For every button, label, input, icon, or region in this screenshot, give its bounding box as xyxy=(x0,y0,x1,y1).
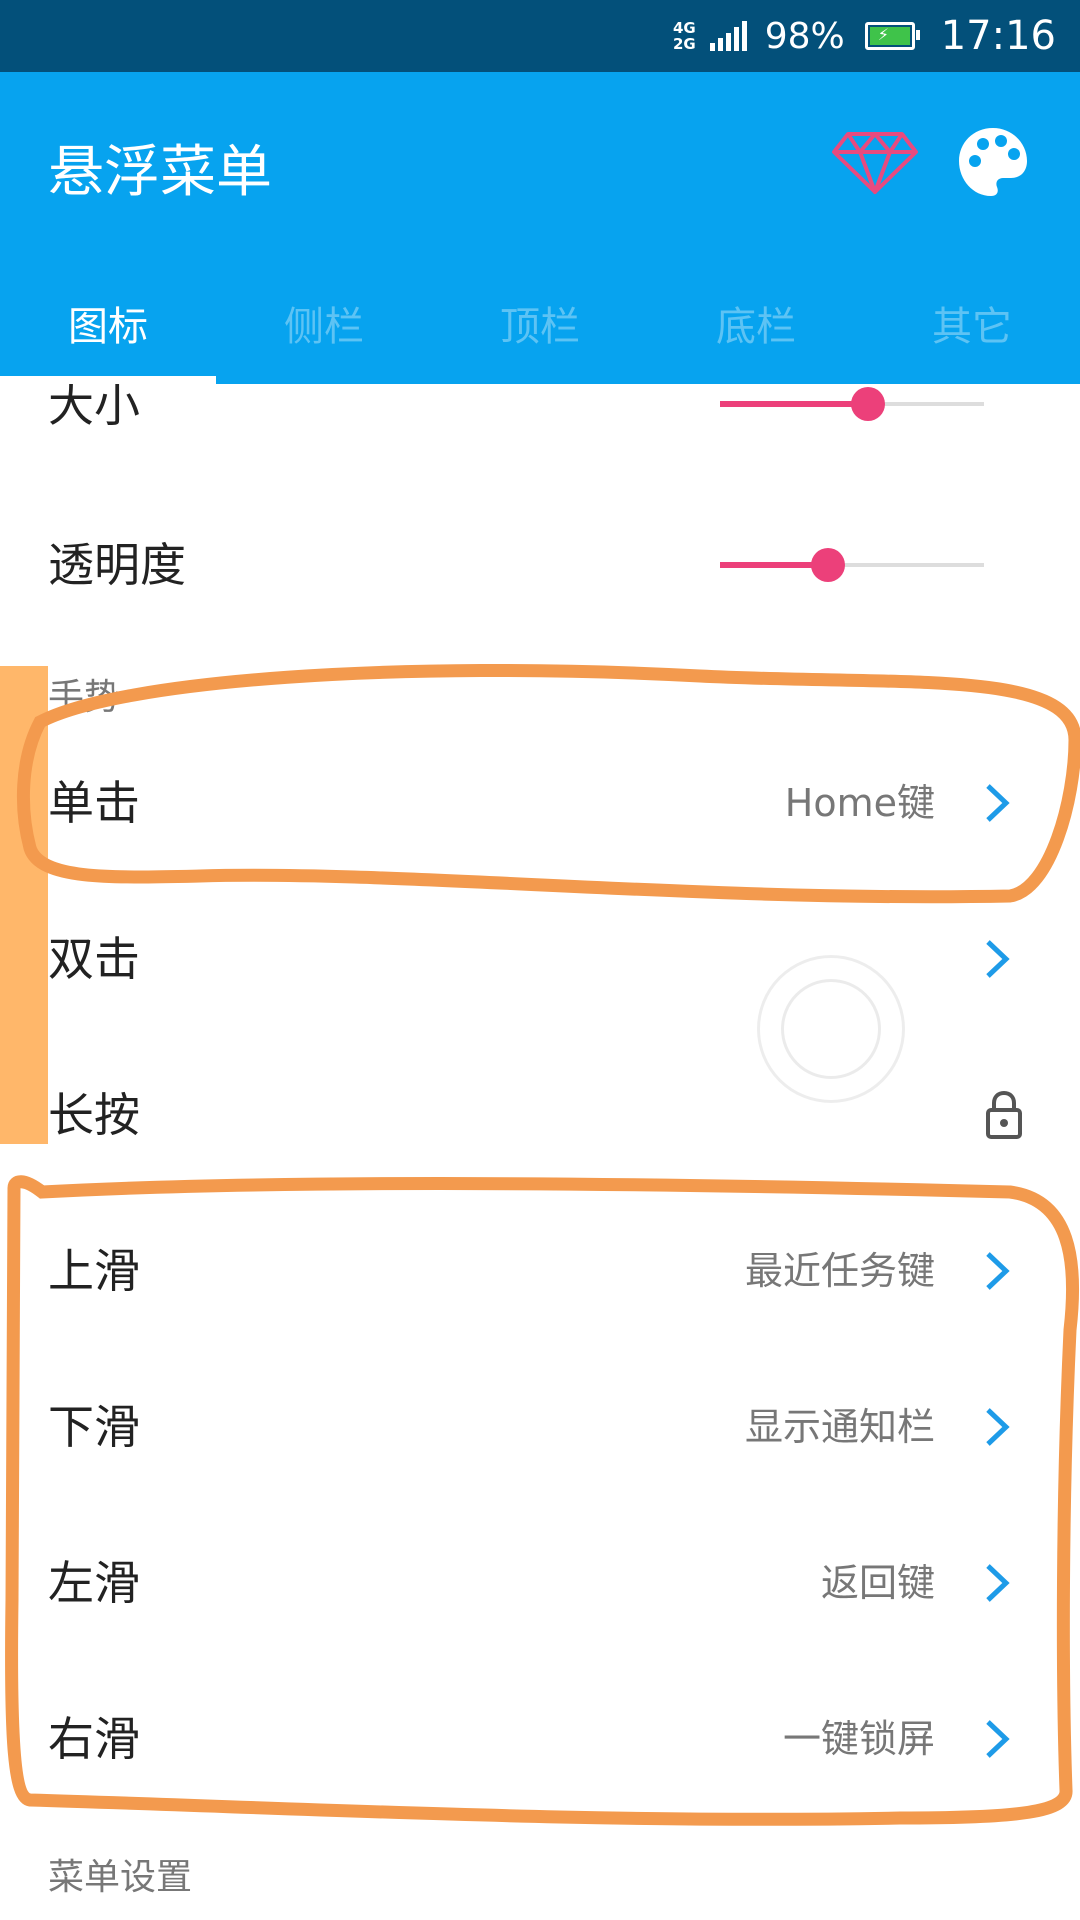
tab-sidebar[interactable]: 侧栏 xyxy=(216,282,432,384)
gesture-label: 单击 xyxy=(48,776,140,830)
gesture-label: 双击 xyxy=(48,932,140,986)
size-slider-thumb[interactable] xyxy=(850,387,885,421)
chevron-right-icon xyxy=(986,1564,1010,1602)
tab-topbar[interactable]: 顶栏 xyxy=(432,282,648,384)
tab-other[interactable]: 其它 xyxy=(864,282,1080,384)
floating-sidebar-strip[interactable] xyxy=(0,666,48,1144)
clock: 17:16 xyxy=(940,13,1056,59)
status-bar: 4G 2G 98% ⚡ 17:16 xyxy=(0,0,1080,72)
transparency-slider[interactable] xyxy=(720,545,984,585)
signal-strength-icon xyxy=(709,21,747,51)
gesture-action-value: 最近任务键 xyxy=(744,1249,935,1293)
gesture-row-double-tap[interactable]: 双击 xyxy=(0,894,1080,1024)
gesture-label: 上滑 xyxy=(48,1244,140,1298)
app-bar: 悬浮菜单 图标 侧栏 顶栏 底栏 其它 xyxy=(0,72,1080,384)
tab-bar: 图标 侧栏 顶栏 底栏 其它 xyxy=(0,282,1080,384)
transparency-slider-thumb[interactable] xyxy=(811,548,846,582)
size-slider-fill xyxy=(720,401,868,407)
gesture-action-value: Home键 xyxy=(784,781,935,825)
chevron-right-icon xyxy=(986,1720,1010,1758)
page-title: 悬浮菜单 xyxy=(48,140,272,205)
lock-icon xyxy=(986,1090,1022,1139)
size-setting-row: 大小 xyxy=(0,384,1080,436)
chevron-right-icon xyxy=(986,1252,1010,1290)
gesture-row-single-tap[interactable]: 单击 Home键 xyxy=(0,738,1080,868)
transparency-setting-row: 透明度 xyxy=(0,500,1080,630)
floating-ball[interactable] xyxy=(757,955,905,1103)
battery-icon: ⚡ xyxy=(864,22,920,50)
network-type-top: 4G xyxy=(672,19,696,37)
diamond-icon[interactable] xyxy=(830,128,920,198)
gesture-label: 右滑 xyxy=(48,1712,140,1766)
gesture-action-value: 显示通知栏 xyxy=(744,1405,935,1449)
gesture-section-header: 手势 xyxy=(48,677,121,718)
transparency-label: 透明度 xyxy=(48,538,186,592)
gesture-row-long-press[interactable]: 长按 xyxy=(0,1050,1080,1180)
network-type-bottom: 2G xyxy=(672,35,696,53)
gesture-row-swipe-right[interactable]: 右滑 一键锁屏 xyxy=(0,1674,1080,1804)
chevron-right-icon xyxy=(986,940,1010,978)
status-icons: 4G 2G 98% ⚡ 17:16 xyxy=(673,0,1056,72)
gesture-row-swipe-left[interactable]: 左滑 返回键 xyxy=(0,1518,1080,1648)
gesture-action-value: 一键锁屏 xyxy=(782,1717,935,1761)
chevron-right-icon xyxy=(986,784,1010,822)
gesture-label: 长按 xyxy=(48,1088,140,1142)
gesture-row-swipe-down[interactable]: 下滑 显示通知栏 xyxy=(0,1362,1080,1492)
tab-bottombar[interactable]: 底栏 xyxy=(648,282,864,384)
network-type-indicator: 4G 2G xyxy=(673,20,696,52)
gesture-row-swipe-up[interactable]: 上滑 最近任务键 xyxy=(0,1206,1080,1336)
battery-percent: 98% xyxy=(764,15,845,57)
gesture-action-value: 返回键 xyxy=(820,1561,935,1605)
menu-settings-section-header: 菜单设置 xyxy=(48,1857,193,1898)
size-slider[interactable] xyxy=(720,384,984,424)
size-label: 大小 xyxy=(48,384,140,432)
chevron-right-icon xyxy=(986,1408,1010,1446)
palette-icon[interactable] xyxy=(955,124,1031,200)
tab-icon[interactable]: 图标 xyxy=(0,282,216,384)
gesture-label: 左滑 xyxy=(48,1556,140,1610)
gesture-label: 下滑 xyxy=(48,1400,140,1454)
